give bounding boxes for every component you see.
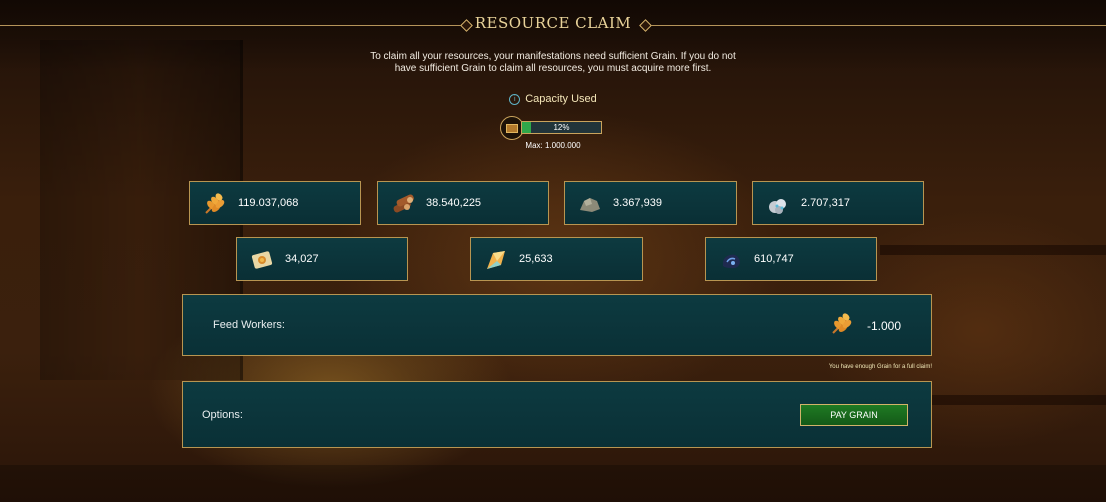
feed-workers-amount: -1.000 — [866, 319, 901, 333]
title-bar: RESOURCE CLAIM — [0, 8, 1106, 42]
crystal-icon — [487, 251, 505, 269]
stone-icon — [580, 198, 600, 212]
resource-value: 34,027 — [285, 253, 319, 265]
resource-value: 38.540,225 — [426, 197, 482, 209]
capacity-percent: 12% — [553, 123, 570, 132]
background-shelf — [880, 245, 1106, 255]
capacity-label: Capacity Used — [525, 93, 597, 105]
ore-icon — [769, 199, 786, 214]
grain-icon — [205, 193, 225, 214]
feed-workers-label: Feed Workers: — [213, 319, 285, 331]
resource-value: 119.037,068 — [238, 197, 299, 209]
capacity-progress-bar: 12% — [521, 121, 602, 134]
options-panel: Options: PAY GRAIN — [182, 381, 932, 448]
grain-icon — [832, 313, 852, 334]
scroll-icon — [251, 251, 273, 269]
resource-tile-ore: 2.707,317 — [752, 181, 924, 225]
resource-value: 25,633 — [519, 253, 553, 265]
resource-value: 610,747 — [754, 253, 794, 265]
info-icon[interactable]: i — [509, 94, 521, 105]
resource-tile-grain: 119.037,068 — [189, 181, 361, 225]
background-floor — [0, 465, 1106, 502]
resource-value: 3.367,939 — [613, 197, 662, 209]
resource-tile-crystal: 25,633 — [470, 237, 643, 281]
claim-description: To claim all your resources, your manife… — [370, 51, 736, 74]
resource-tile-stone: 3.367,939 — [564, 181, 737, 225]
resource-tile-dark-essence: 610,747 — [705, 237, 877, 281]
grain-sufficiency-note: You have enough Grain for a full claim! — [828, 364, 932, 370]
resource-tile-wood: 38.540,225 — [377, 181, 549, 225]
wood-logs-icon — [393, 194, 414, 213]
resource-tile-scroll: 34,027 — [236, 237, 408, 281]
dark-essence-icon — [722, 254, 740, 269]
options-label: Options: — [202, 409, 243, 421]
pay-grain-button[interactable]: PAY GRAIN — [800, 404, 908, 426]
capacity-max: Max: 1.000.000 — [525, 141, 581, 150]
capacity-label-row: i Capacity Used — [0, 93, 1106, 105]
feed-workers-panel: Feed Workers: -1.000 — [182, 294, 932, 356]
resource-value: 2.707,317 — [801, 197, 850, 209]
page-title: RESOURCE CLAIM — [474, 14, 632, 32]
